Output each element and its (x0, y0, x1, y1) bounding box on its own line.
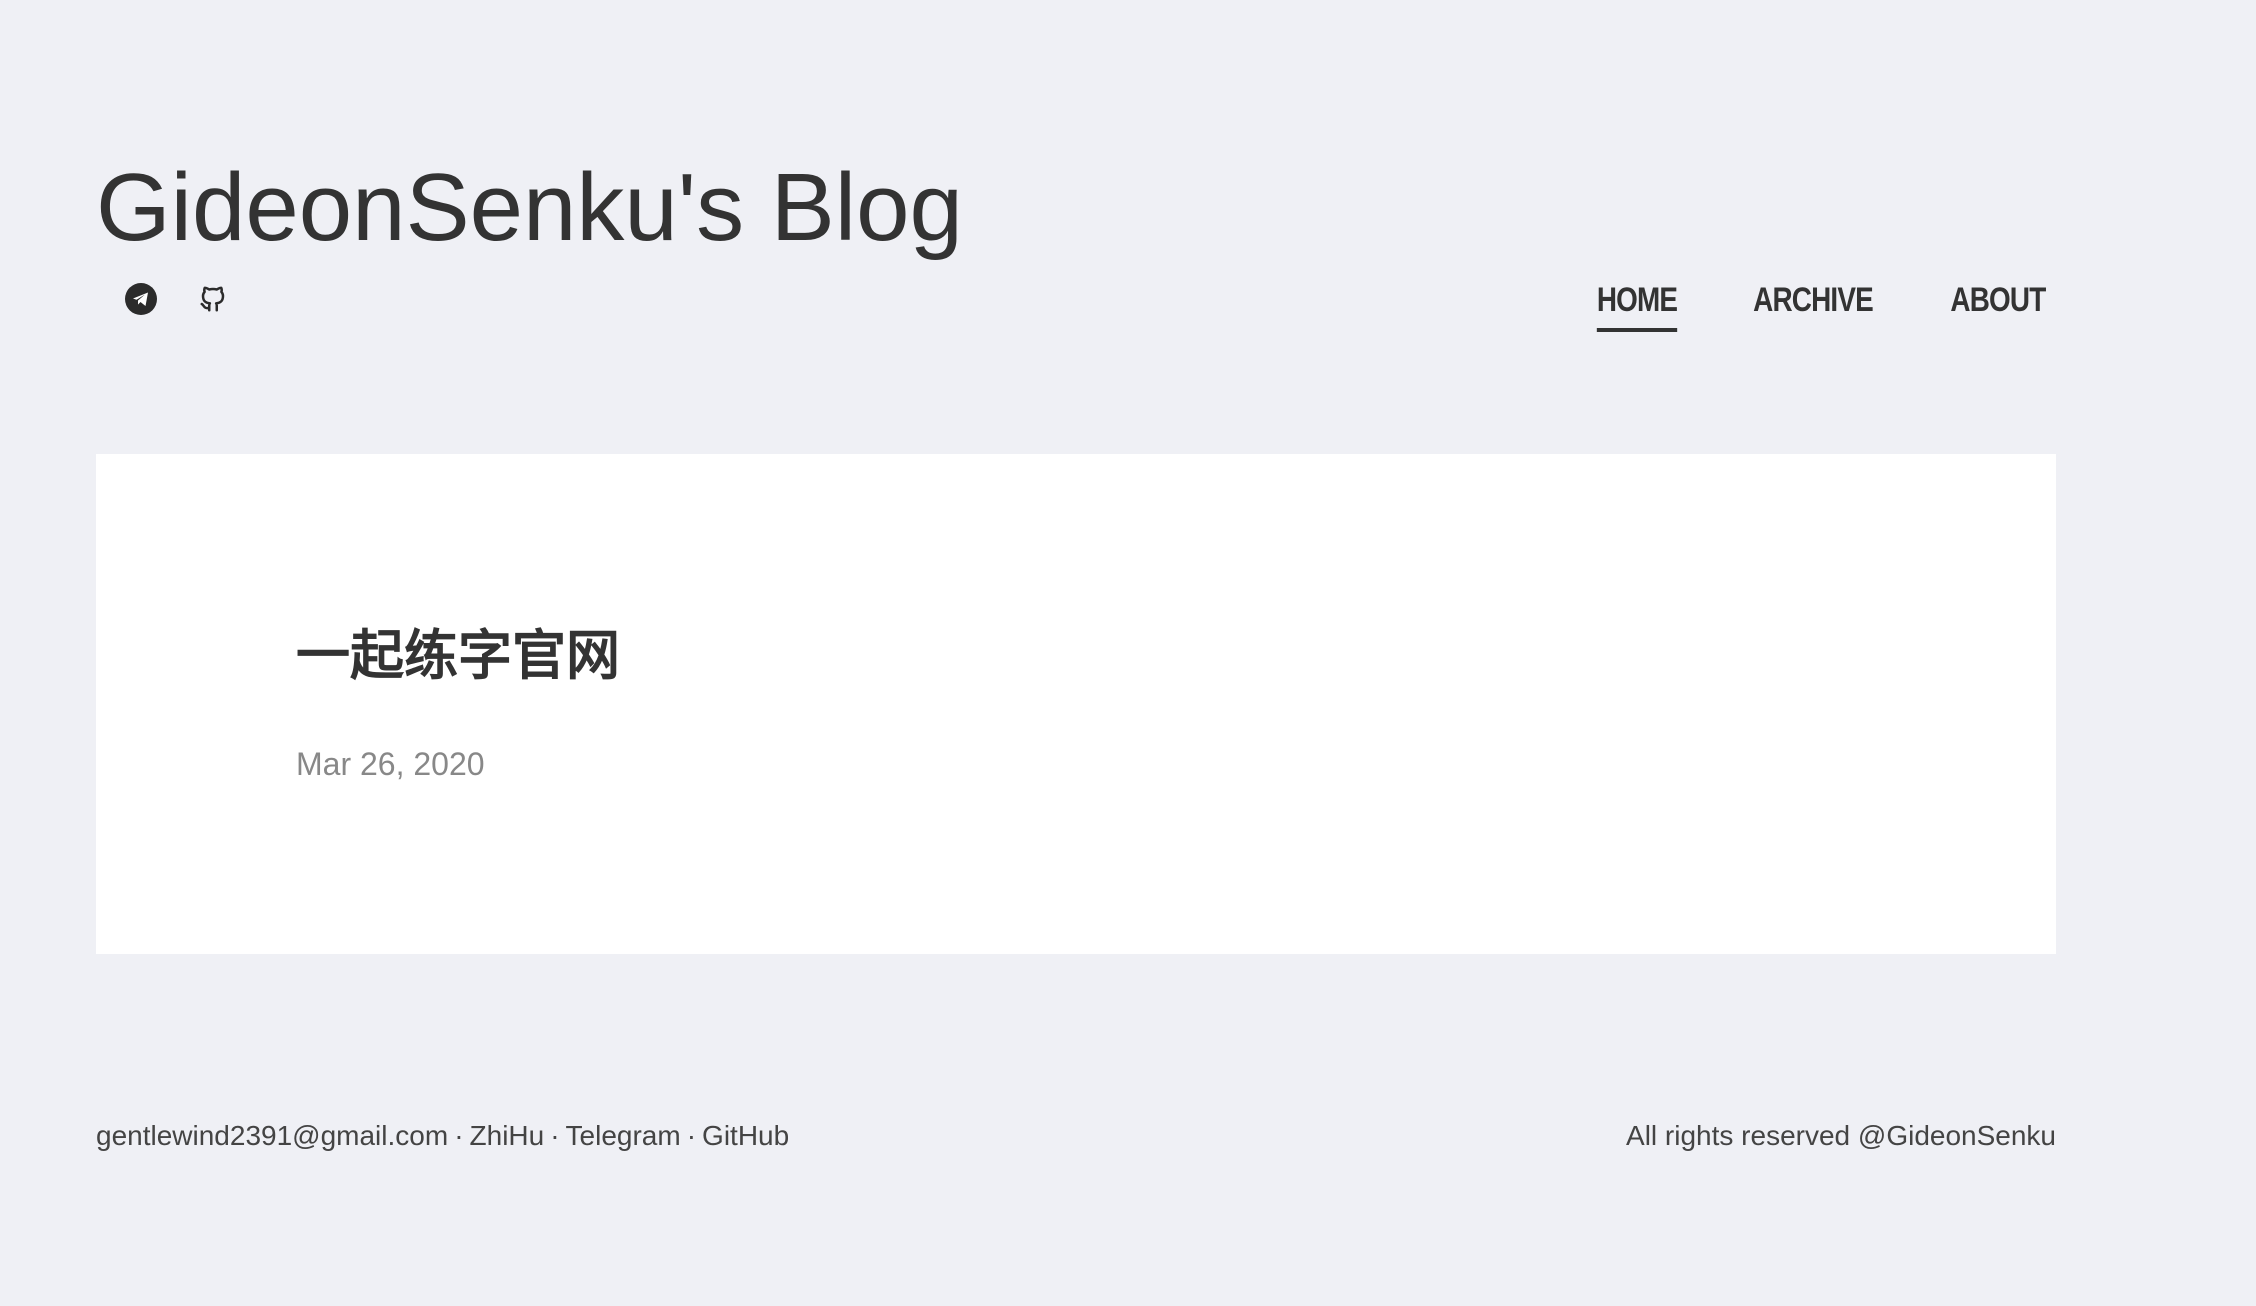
footer-link-github[interactable]: GitHub (702, 1120, 789, 1151)
telegram-icon (125, 282, 157, 320)
post-card: 一起练字官网 Mar 26, 2020 (96, 454, 2056, 954)
footer-separator: · (454, 1120, 464, 1151)
main-nav: HOME ARCHIVE ABOUT (1588, 276, 2056, 332)
nav-archive[interactable]: ARCHIVE (1753, 276, 1874, 328)
footer-separator: · (686, 1120, 697, 1151)
footer-links: gentlewind2391@gmail.com · ZhiHu · Telegram ·… (96, 1118, 789, 1154)
post-date: Mar 26, 2020 (296, 746, 485, 782)
site-title[interactable]: GideonSenku's Blog (96, 148, 963, 268)
footer-link-email[interactable]: gentlewind2391@gmail.com (96, 1120, 448, 1151)
social-links (124, 282, 230, 320)
copyright: All rights reserved @GideonSenku (1626, 1120, 2056, 1151)
nav-home[interactable]: HOME (1596, 276, 1678, 332)
footer-link-telegram[interactable]: Telegram (566, 1120, 681, 1151)
nav-about[interactable]: ABOUT (1951, 276, 2047, 328)
footer-link-zhihu[interactable]: ZhiHu (470, 1120, 545, 1151)
footer-separator: · (550, 1120, 560, 1151)
post-title-link[interactable]: 一起练字官网 (296, 620, 620, 692)
github-icon (198, 284, 228, 319)
github-link[interactable] (196, 284, 230, 318)
telegram-link[interactable] (124, 282, 158, 320)
